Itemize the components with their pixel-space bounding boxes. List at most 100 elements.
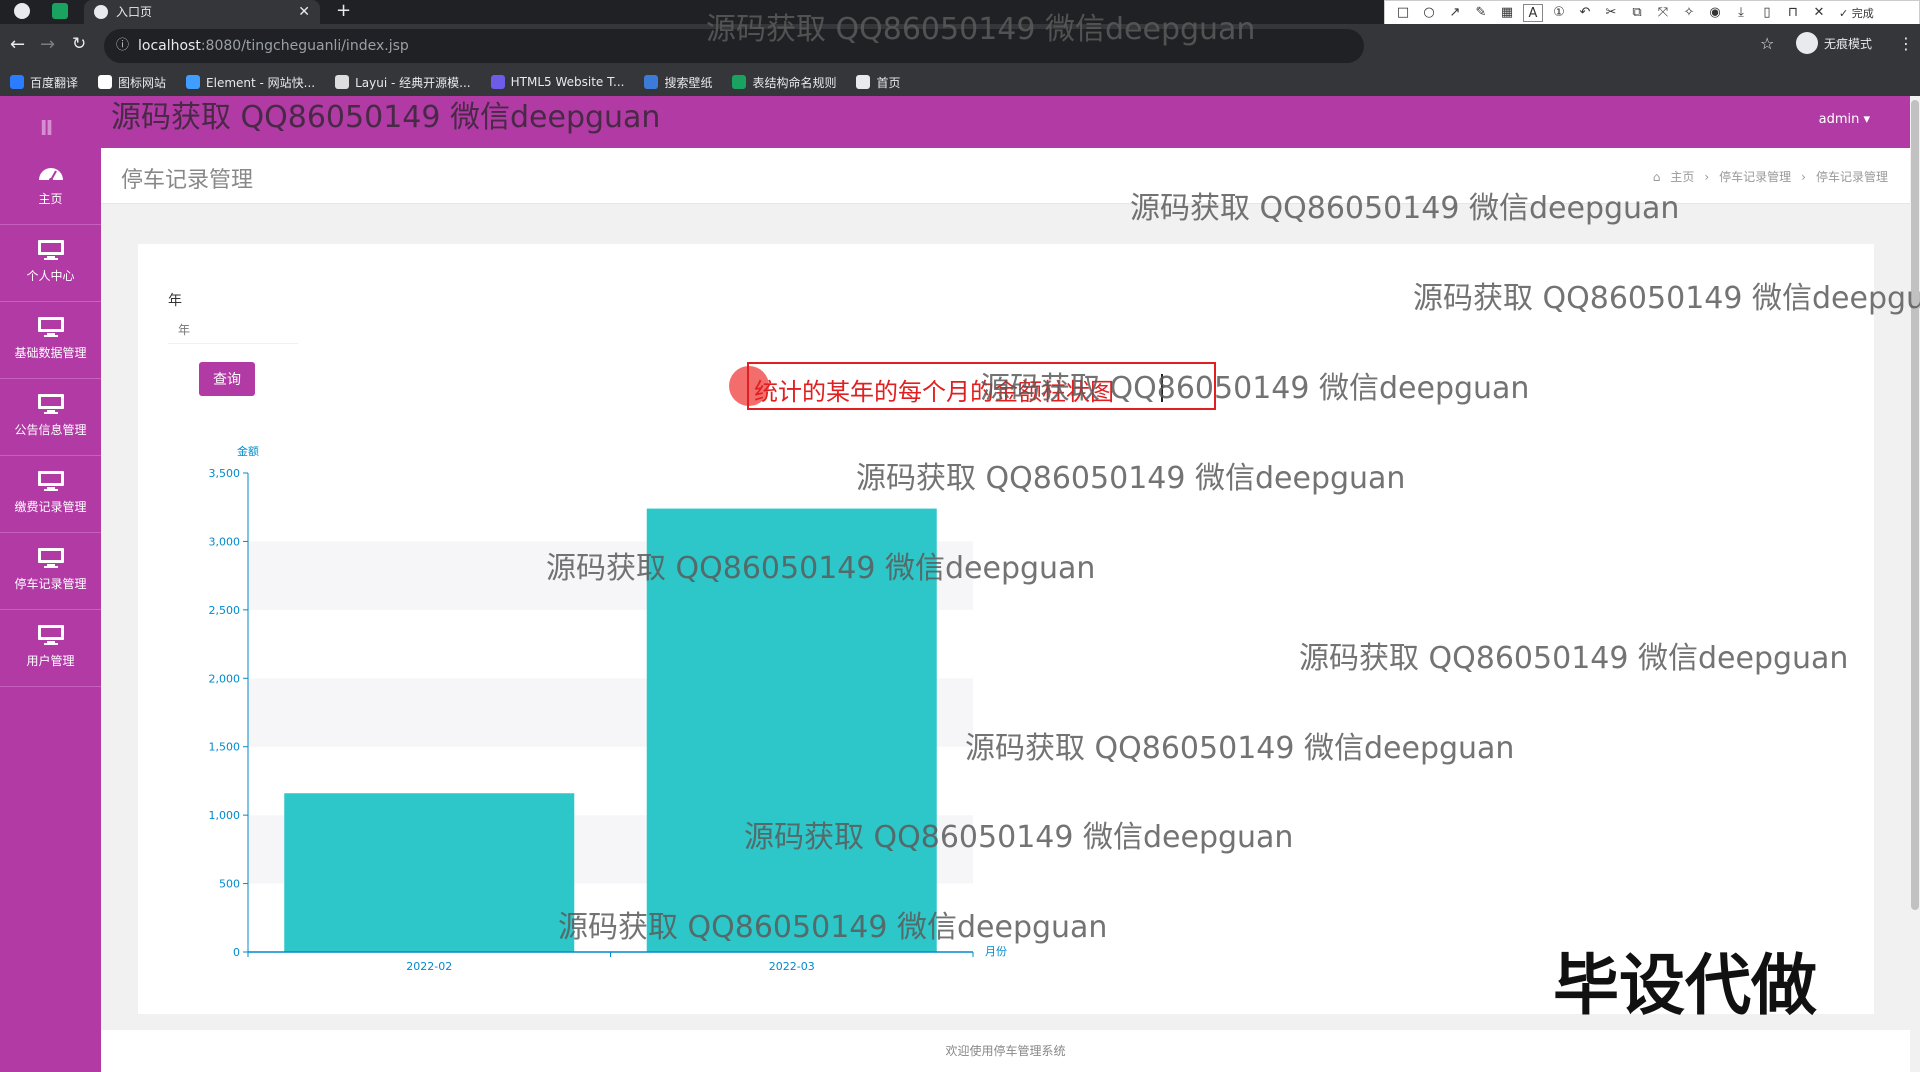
- url-path: :8080/tingcheguanli/index.jsp: [200, 38, 409, 54]
- bookmark-item[interactable]: 百度翻译: [10, 74, 78, 91]
- logo-icon: Ⅱ: [40, 116, 54, 140]
- forward-icon[interactable]: →: [40, 34, 55, 55]
- bookmark-item[interactable]: 搜索壁纸: [644, 74, 712, 91]
- new-tab-icon[interactable]: +: [336, 0, 351, 22]
- annotation-toolbar: □ ○ ↗ ✎ ▦ A ① ↶ ✂ ⧉ ⤧ ✧ ◉ ⤓ ▯ ⊓ ✕ ✓ 完成: [1384, 0, 1920, 26]
- home-icon: ⌂: [1652, 169, 1661, 184]
- app-header: admin ▾: [0, 96, 1910, 148]
- arrow-icon[interactable]: ↗: [1445, 4, 1465, 22]
- breadcrumb: ⌂ 主页 › 停车记录管理 › 停车记录管理: [1653, 168, 1888, 185]
- incognito-indicator[interactable]: 无痕模式: [1796, 32, 1872, 54]
- tab-title: 入口页: [116, 5, 153, 19]
- close-icon[interactable]: ✕: [298, 0, 310, 24]
- done-button[interactable]: ✓ 完成: [1839, 5, 1874, 21]
- monitor-icon: [37, 239, 65, 261]
- monitor-icon: [37, 547, 65, 569]
- text-icon[interactable]: A: [1523, 4, 1543, 22]
- undo-icon[interactable]: ↶: [1575, 4, 1595, 22]
- bookmark-item[interactable]: 图标网站: [98, 74, 166, 91]
- bookmark-label: HTML5 Website T...: [510, 75, 625, 89]
- y-axis-title: 金额: [237, 444, 259, 458]
- tab-active[interactable]: 入口页 ✕: [84, 0, 320, 24]
- bookmarks-bar: 百度翻译 图标网站 Element - 网站快... Layui - 经典开源模...…: [0, 68, 1920, 96]
- year-label: 年: [168, 293, 182, 309]
- pencil-icon[interactable]: ✎: [1471, 4, 1491, 22]
- sidebar-item-label: 主页: [38, 192, 63, 206]
- sidebar-item[interactable]: 用户管理: [0, 610, 101, 687]
- monitor-icon: [37, 470, 65, 492]
- mosaic-icon[interactable]: ▦: [1497, 4, 1517, 22]
- y-tick-label: 2,000: [209, 672, 241, 685]
- bookmark-icon: [10, 75, 24, 89]
- incognito-label: 无痕模式: [1824, 36, 1873, 51]
- y-tick-label: 1,500: [209, 741, 241, 754]
- sidebar-item[interactable]: 基础数据管理: [0, 302, 101, 379]
- sidebar-item-label: 公告信息管理: [14, 423, 87, 437]
- y-tick-label: 3,500: [209, 467, 241, 480]
- query-button[interactable]: 查询: [199, 362, 255, 396]
- monitor-icon: [37, 316, 65, 338]
- monitor-icon: [37, 624, 65, 646]
- bookmark-label: 首页: [876, 75, 901, 90]
- bookmark-item[interactable]: 首页: [856, 74, 901, 91]
- ocr-icon[interactable]: ✧: [1679, 4, 1699, 22]
- ellipse-icon[interactable]: ○: [1419, 4, 1439, 22]
- bookmark-icon: [732, 75, 747, 89]
- cancel-icon[interactable]: ✕: [1809, 4, 1829, 22]
- sidebar-item-label: 用户管理: [26, 654, 75, 668]
- browser-menu-icon[interactable]: ⋮: [1898, 34, 1914, 53]
- monitor-icon: [37, 393, 65, 415]
- breadcrumb-current: 停车记录管理: [1815, 170, 1888, 184]
- page-title: 停车记录管理: [121, 168, 254, 193]
- pin-icon[interactable]: ✂: [1601, 4, 1621, 22]
- incognito-icon: [1796, 32, 1818, 54]
- copy-icon[interactable]: ▯: [1757, 4, 1777, 22]
- chrome-icon: [14, 3, 30, 19]
- y-tick-label: 1,000: [209, 809, 241, 822]
- sidebar-item[interactable]: 主页: [0, 148, 101, 225]
- site-info-icon[interactable]: ⓘ: [116, 29, 129, 63]
- sidebar-item-label: 基础数据管理: [14, 346, 87, 360]
- breadcrumb-home[interactable]: 主页: [1670, 168, 1694, 185]
- record-icon[interactable]: ◉: [1705, 4, 1725, 22]
- bookmark-item[interactable]: Layui - 经典开源模...: [335, 74, 471, 91]
- chart-bar: [284, 793, 575, 952]
- reload-icon[interactable]: ↻: [72, 34, 86, 54]
- pinned-tab-icon[interactable]: [52, 3, 68, 19]
- sidebar-item-label: 个人中心: [26, 269, 75, 283]
- star-icon[interactable]: ☆: [1760, 34, 1774, 53]
- bookmark-label: Element - 网站快...: [206, 75, 316, 90]
- scrollbar-thumb[interactable]: [1911, 100, 1919, 910]
- bookmark-item[interactable]: HTML5 Website T...: [490, 75, 625, 89]
- download-icon[interactable]: ⤓: [1731, 4, 1751, 22]
- translate-icon[interactable]: ⧉: [1627, 4, 1647, 22]
- breadcrumb-separator: ›: [1704, 169, 1710, 184]
- year-input[interactable]: [168, 316, 298, 344]
- user-menu[interactable]: admin ▾: [1819, 112, 1870, 127]
- sidebar-item[interactable]: 缴费记录管理: [0, 456, 101, 533]
- bookmark-item[interactable]: Element - 网站快...: [186, 74, 315, 91]
- x-tick-label: 2022-03: [769, 960, 815, 973]
- address-bar: ← → ↻ ⓘ localhost:8080/tingcheguanli/ind…: [0, 24, 1920, 68]
- sidebar-item[interactable]: 停车记录管理: [0, 533, 101, 610]
- sidebar-item[interactable]: 公告信息管理: [0, 379, 101, 456]
- bookmark-item[interactable]: 表结构命名规则: [732, 74, 836, 91]
- bookmark-icon: [490, 75, 505, 89]
- bookmark-icon: [644, 75, 659, 89]
- sidebar-item-label: 停车记录管理: [14, 577, 87, 591]
- long-shot-icon[interactable]: ⤧: [1653, 4, 1673, 22]
- x-tick-label: 2022-02: [406, 960, 452, 973]
- back-icon[interactable]: ←: [10, 34, 25, 55]
- breadcrumb-section[interactable]: 停车记录管理: [1719, 168, 1791, 185]
- breadcrumb-separator: ›: [1801, 169, 1806, 184]
- bookmark-icon: [98, 75, 113, 89]
- sidebar-item[interactable]: 个人中心: [0, 225, 101, 302]
- number-icon[interactable]: ①: [1549, 4, 1569, 22]
- y-tick-label: 3,000: [209, 535, 241, 548]
- y-tick-label: 500: [219, 878, 240, 891]
- url-field[interactable]: ⓘ localhost:8080/tingcheguanli/index.jsp: [104, 29, 1364, 63]
- rectangle-icon[interactable]: □: [1393, 4, 1413, 22]
- chart-bar: [646, 508, 937, 952]
- bookmark-icon: [856, 75, 871, 89]
- bookmark-icon[interactable]: ⊓: [1783, 4, 1803, 22]
